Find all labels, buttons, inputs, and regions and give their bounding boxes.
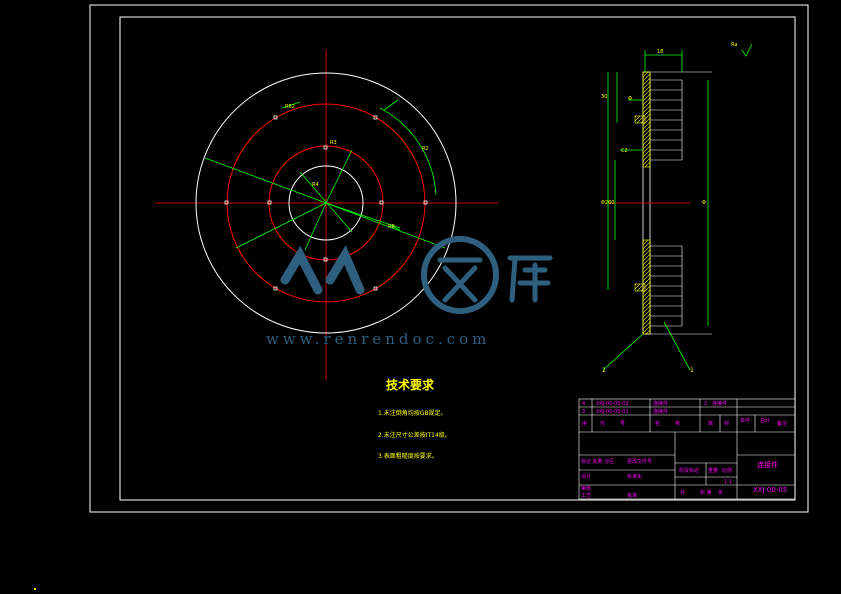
svg-text:称: 称	[675, 420, 680, 427]
svg-text:总计: 总计	[760, 417, 770, 424]
part-name: 连接件	[757, 460, 778, 469]
svg-text:张: 张	[718, 489, 723, 496]
svg-text:2: 2	[704, 401, 707, 407]
svg-text:R2: R2	[422, 146, 429, 152]
drawing-number: XXJ-00-05	[753, 486, 787, 494]
svg-text:连接件: 连接件	[712, 400, 727, 407]
svg-text:连接件: 连接件	[653, 400, 668, 407]
roughness-symbol	[741, 43, 753, 57]
balloon-1: 1	[690, 367, 694, 374]
svg-text:C2: C2	[621, 148, 628, 154]
tech-requirements-title: 技术要求	[386, 378, 435, 392]
svg-text:XXJ-00-05-01: XXJ-00-05-01	[596, 409, 629, 415]
svg-text:R8: R8	[388, 224, 395, 230]
watermark-url: www.renrendoc.com	[266, 330, 491, 348]
svg-text:审核: 审核	[581, 485, 591, 492]
svg-text:共: 共	[680, 489, 685, 496]
svg-text:重量: 重量	[708, 467, 718, 474]
svg-text:设计: 设计	[581, 473, 591, 480]
svg-text:工艺: 工艺	[581, 493, 591, 499]
svg-text:Ra: Ra	[731, 42, 737, 48]
tech-requirement-3: 3.表面粗糙度按要求。	[378, 453, 438, 460]
stray-dot	[34, 588, 36, 590]
svg-text:Φ: Φ	[702, 200, 706, 206]
svg-text:3: 3	[582, 409, 585, 415]
tech-requirement-1: 1.未注倒角均按GB规定。	[378, 410, 447, 417]
watermark-logo	[280, 236, 553, 314]
svg-text:4: 4	[582, 401, 585, 407]
svg-text:18: 18	[657, 49, 663, 55]
svg-text:张 第: 张 第	[700, 489, 712, 496]
scale-value: 1:1	[724, 479, 732, 485]
svg-text:备注: 备注	[777, 420, 787, 427]
svg-text:Φ: Φ	[628, 96, 632, 102]
svg-text:R4: R4	[312, 182, 319, 188]
svg-text:更改文件号: 更改文件号	[627, 458, 652, 465]
svg-text:R62: R62	[285, 104, 295, 110]
svg-text:材: 材	[724, 420, 729, 427]
cad-drawing: R62 R2 R4 R3 R8 18 30 Φ260 Φ C2 Φ Ra 2 1…	[89, 4, 809, 513]
svg-text:批准: 批准	[627, 492, 637, 499]
svg-text:比例: 比例	[722, 467, 732, 474]
svg-text:XXJ-00-05-02: XXJ-00-05-02	[596, 401, 629, 407]
svg-text:R3: R3	[330, 140, 337, 146]
svg-text:名: 名	[655, 420, 660, 427]
svg-text:单件: 单件	[740, 417, 750, 424]
svg-text:标记 处数 分区: 标记 处数 分区	[581, 458, 614, 465]
svg-text:数: 数	[708, 420, 713, 427]
balloon-2: 2	[602, 367, 606, 374]
svg-text:30: 30	[601, 94, 607, 100]
tech-requirement-2: 2.未注尺寸公差按IT14级。	[378, 432, 451, 439]
svg-text:Φ260: Φ260	[601, 200, 614, 206]
svg-text:标准化: 标准化	[627, 473, 642, 480]
svg-text:连接件: 连接件	[653, 408, 668, 415]
side-section-view: 18 30 Φ260 Φ C2 Φ Ra 2 1	[601, 42, 737, 374]
svg-text:序: 序	[582, 420, 587, 427]
svg-text:号: 号	[620, 421, 625, 427]
svg-text:代: 代	[600, 420, 605, 427]
svg-text:阶段标记: 阶段标记	[679, 467, 699, 474]
